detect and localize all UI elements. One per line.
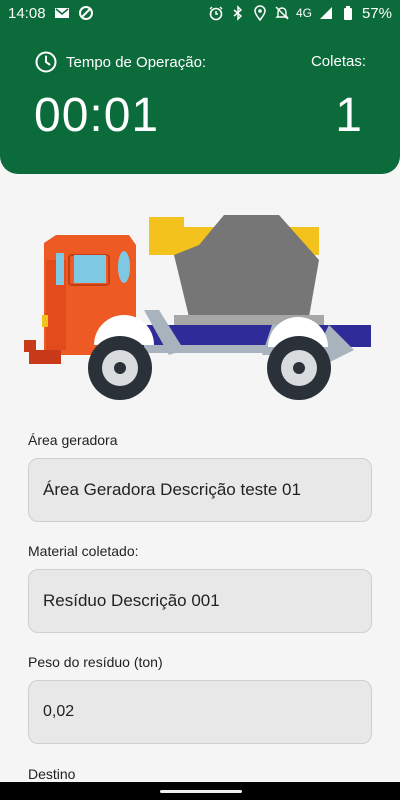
weight-label: Peso do resíduo (ton) [28,654,163,670]
weight-field: Peso do resíduo (ton) 0,02 [28,654,372,744]
battery-icon [340,5,356,21]
destination-label: Destino [28,766,76,782]
home-gesture-handle[interactable] [160,790,242,793]
material-label: Material coletado: [28,543,139,559]
area-field: Área geradora Área Geradora Descrição te… [28,432,372,522]
navigation-bar [0,782,400,800]
material-field: Material coletado: Resíduo Descrição 001 [28,543,372,633]
network-type: 4G [295,6,312,20]
operation-header: Tempo de Operação: Coletas: 00:01 1 [0,26,400,174]
timer-value: 00:01 [34,89,160,142]
battery-percent: 57% [361,4,392,22]
area-input[interactable]: Área Geradora Descrição teste 01 [28,458,372,522]
bluetooth-icon [230,5,246,21]
signal-icon [318,5,334,21]
alarm-icon [208,5,224,21]
mute-icon [274,5,290,21]
timer-label: Tempo de Operação: [66,53,207,71]
mail-icon [54,5,70,21]
collections-label: Coletas: [310,53,366,70]
sync-icon [78,5,94,21]
material-input[interactable]: Resíduo Descrição 001 [28,569,372,633]
dump-truck-illustration [24,215,371,400]
area-label: Área geradora [28,432,118,448]
weight-input[interactable]: 0,02 [28,680,372,744]
collections-count: 1 [335,89,362,142]
location-icon [252,5,268,21]
status-bar: 14:08 4G 57% [0,0,400,26]
status-time: 14:08 [8,4,46,22]
clock-icon [34,50,58,74]
